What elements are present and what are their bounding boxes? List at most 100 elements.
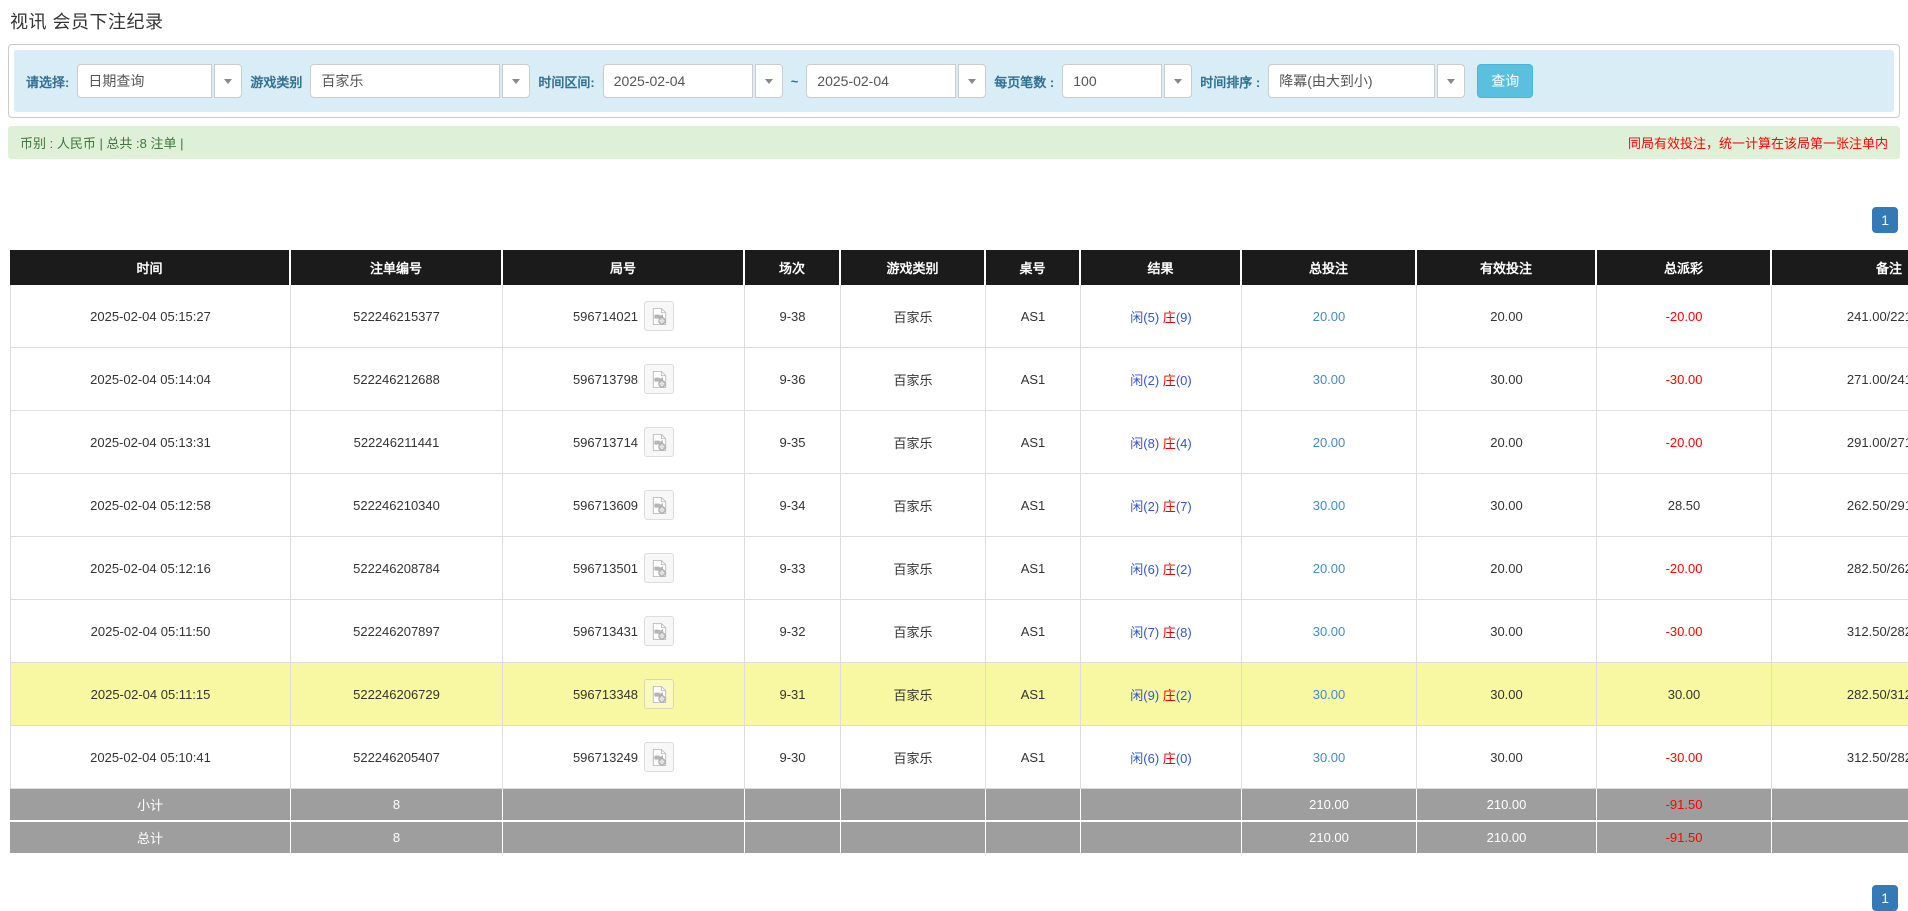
cell-total-bet[interactable]: 30.00 [1242, 726, 1417, 789]
chevron-down-icon [1174, 79, 1182, 84]
chevron-down-icon[interactable] [502, 64, 530, 98]
round-id-text: 596713609 [573, 498, 638, 513]
table-row: 2025-02-04 05:13:31522246211441596713714… [10, 411, 1908, 474]
cell-remark: 312.50/282.50 [1772, 726, 1908, 789]
page-size-select[interactable]: 100 [1062, 64, 1192, 98]
cell-result: 闲(2) 庄(0) [1081, 348, 1242, 411]
round-id-text: 596713798 [573, 372, 638, 387]
page-title: 视讯 会员下注纪录 [10, 8, 1908, 34]
chevron-down-icon [224, 79, 232, 84]
table-row: 2025-02-04 05:12:58522246210340 596713609… [10, 474, 1908, 537]
round-id-text: 596713249 [573, 750, 638, 765]
query-type-label: 请选择: [26, 72, 69, 91]
cell-bet-id: 522246210340 [291, 474, 503, 537]
search-button[interactable]: 查询 [1477, 64, 1533, 98]
cell-table-no: AS1 [986, 663, 1081, 726]
cell-total-bet[interactable]: 30.00 [1242, 663, 1417, 726]
cell-total-bet[interactable]: 20.00 [1242, 537, 1417, 600]
result-banker-points: (0) [1176, 751, 1192, 766]
chevron-down-icon[interactable] [958, 64, 986, 98]
page-size-label: 每页笔数 : [994, 72, 1054, 91]
result-banker-points: (0) [1176, 373, 1192, 388]
cell-total-bet[interactable]: 30.00 [1242, 600, 1417, 663]
chevron-down-icon[interactable] [1437, 64, 1465, 98]
chevron-down-icon[interactable] [214, 64, 242, 98]
summary-notice: 同局有效投注，统一计算在该局第一张注单内 [1628, 133, 1888, 152]
result-player: 闲(9) [1130, 688, 1159, 703]
page-size-value: 100 [1062, 64, 1162, 98]
result-banker-points: (2) [1176, 688, 1192, 703]
table-row: 2025-02-04 05:11:50522246207897596713431… [10, 600, 1908, 663]
video-replay-button[interactable] [644, 679, 674, 709]
result-banker-points: (4) [1176, 436, 1192, 451]
cell-valid-bet: 30.00 [1417, 726, 1597, 789]
cell-time: 2025-02-04 05:15:27 [10, 285, 291, 348]
footer-cell-session [745, 789, 841, 822]
page-button-1[interactable]: 1 [1872, 885, 1898, 911]
cell-game-type: 百家乐 [841, 726, 986, 789]
footer-cell-session [745, 822, 841, 855]
cell-remark: 291.00/271.00 [1772, 411, 1908, 474]
cell-time: 2025-02-04 05:11:15 [10, 663, 291, 726]
video-replay-button[interactable] [644, 490, 674, 520]
cell-total-payout: 28.50 [1597, 474, 1772, 537]
round-id-text: 596713501 [573, 561, 638, 576]
cell-result: 闲(6) 庄(0) [1081, 726, 1242, 789]
cell-remark: 282.50/312.50 [1772, 663, 1908, 726]
video-replay-button[interactable] [644, 742, 674, 772]
video-replay-button[interactable] [644, 616, 674, 646]
cell-total-bet[interactable]: 20.00 [1242, 285, 1417, 348]
cell-remark: 262.50/291.00 [1772, 474, 1908, 537]
date-to-value: 2025-02-04 [806, 64, 956, 98]
video-file-icon [650, 370, 669, 389]
cell-valid-bet: 20.00 [1417, 411, 1597, 474]
game-type-value: 百家乐 [310, 64, 500, 98]
date-from-value: 2025-02-04 [603, 64, 753, 98]
cell-total-bet[interactable]: 30.00 [1242, 474, 1417, 537]
cell-time: 2025-02-04 05:12:58 [10, 474, 291, 537]
cell-total-bet[interactable]: 20.00 [1242, 411, 1417, 474]
footer-cell-result [1081, 789, 1242, 822]
cell-round-id: 596713431 [503, 600, 745, 663]
game-type-select[interactable]: 百家乐 [310, 64, 530, 98]
cell-total-bet[interactable]: 30.00 [1242, 348, 1417, 411]
result-banker: 庄 [1163, 688, 1176, 703]
footer-cell-total-payout: -91.50 [1597, 789, 1772, 822]
summary-currency-count: 币别 : 人民币 | 总共 :8 注单 | [20, 133, 184, 152]
cell-total-payout: 30.00 [1597, 663, 1772, 726]
result-banker: 庄 [1163, 751, 1176, 766]
time-sort-select[interactable]: 降冪(由大到小) [1268, 64, 1465, 98]
video-replay-button[interactable] [644, 364, 674, 394]
date-range-separator: ~ [791, 74, 799, 89]
video-file-icon [650, 559, 669, 578]
chevron-down-icon [765, 79, 773, 84]
footer-cell-total-payout: -91.50 [1597, 822, 1772, 855]
cell-session: 9-34 [745, 474, 841, 537]
video-replay-button[interactable] [644, 427, 674, 457]
footer-cell-bet-id: 8 [291, 822, 503, 855]
result-player: 闲(2) [1130, 499, 1159, 514]
cell-session: 9-31 [745, 663, 841, 726]
date-to-select[interactable]: 2025-02-04 [806, 64, 986, 98]
video-replay-button[interactable] [644, 553, 674, 583]
result-player: 闲(6) [1130, 751, 1159, 766]
pagination-bottom: 1 [10, 885, 1898, 911]
chevron-down-icon[interactable] [1164, 64, 1192, 98]
column-header-time: 时间 [10, 250, 291, 285]
result-banker: 庄 [1163, 310, 1176, 325]
video-file-icon [650, 748, 669, 767]
cell-time: 2025-02-04 05:12:16 [10, 537, 291, 600]
footer-cell-valid-bet: 210.00 [1417, 789, 1597, 822]
filter-panel: 请选择: 日期查询 游戏类别 百家乐 时间区间: 2025-02-04 ~ 20… [8, 44, 1900, 118]
chevron-down-icon[interactable] [755, 64, 783, 98]
date-from-select[interactable]: 2025-02-04 [603, 64, 783, 98]
page-button-1[interactable]: 1 [1872, 207, 1898, 233]
query-type-select[interactable]: 日期查询 [77, 64, 242, 98]
result-player: 闲(5) [1130, 310, 1159, 325]
video-replay-button[interactable] [644, 301, 674, 331]
time-sort-value: 降冪(由大到小) [1268, 64, 1435, 98]
time-sort-label: 时间排序 : [1200, 72, 1260, 91]
cell-result: 闲(7) 庄(8) [1081, 600, 1242, 663]
column-header-valid-bet: 有效投注 [1417, 250, 1597, 285]
cell-table-no: AS1 [986, 537, 1081, 600]
